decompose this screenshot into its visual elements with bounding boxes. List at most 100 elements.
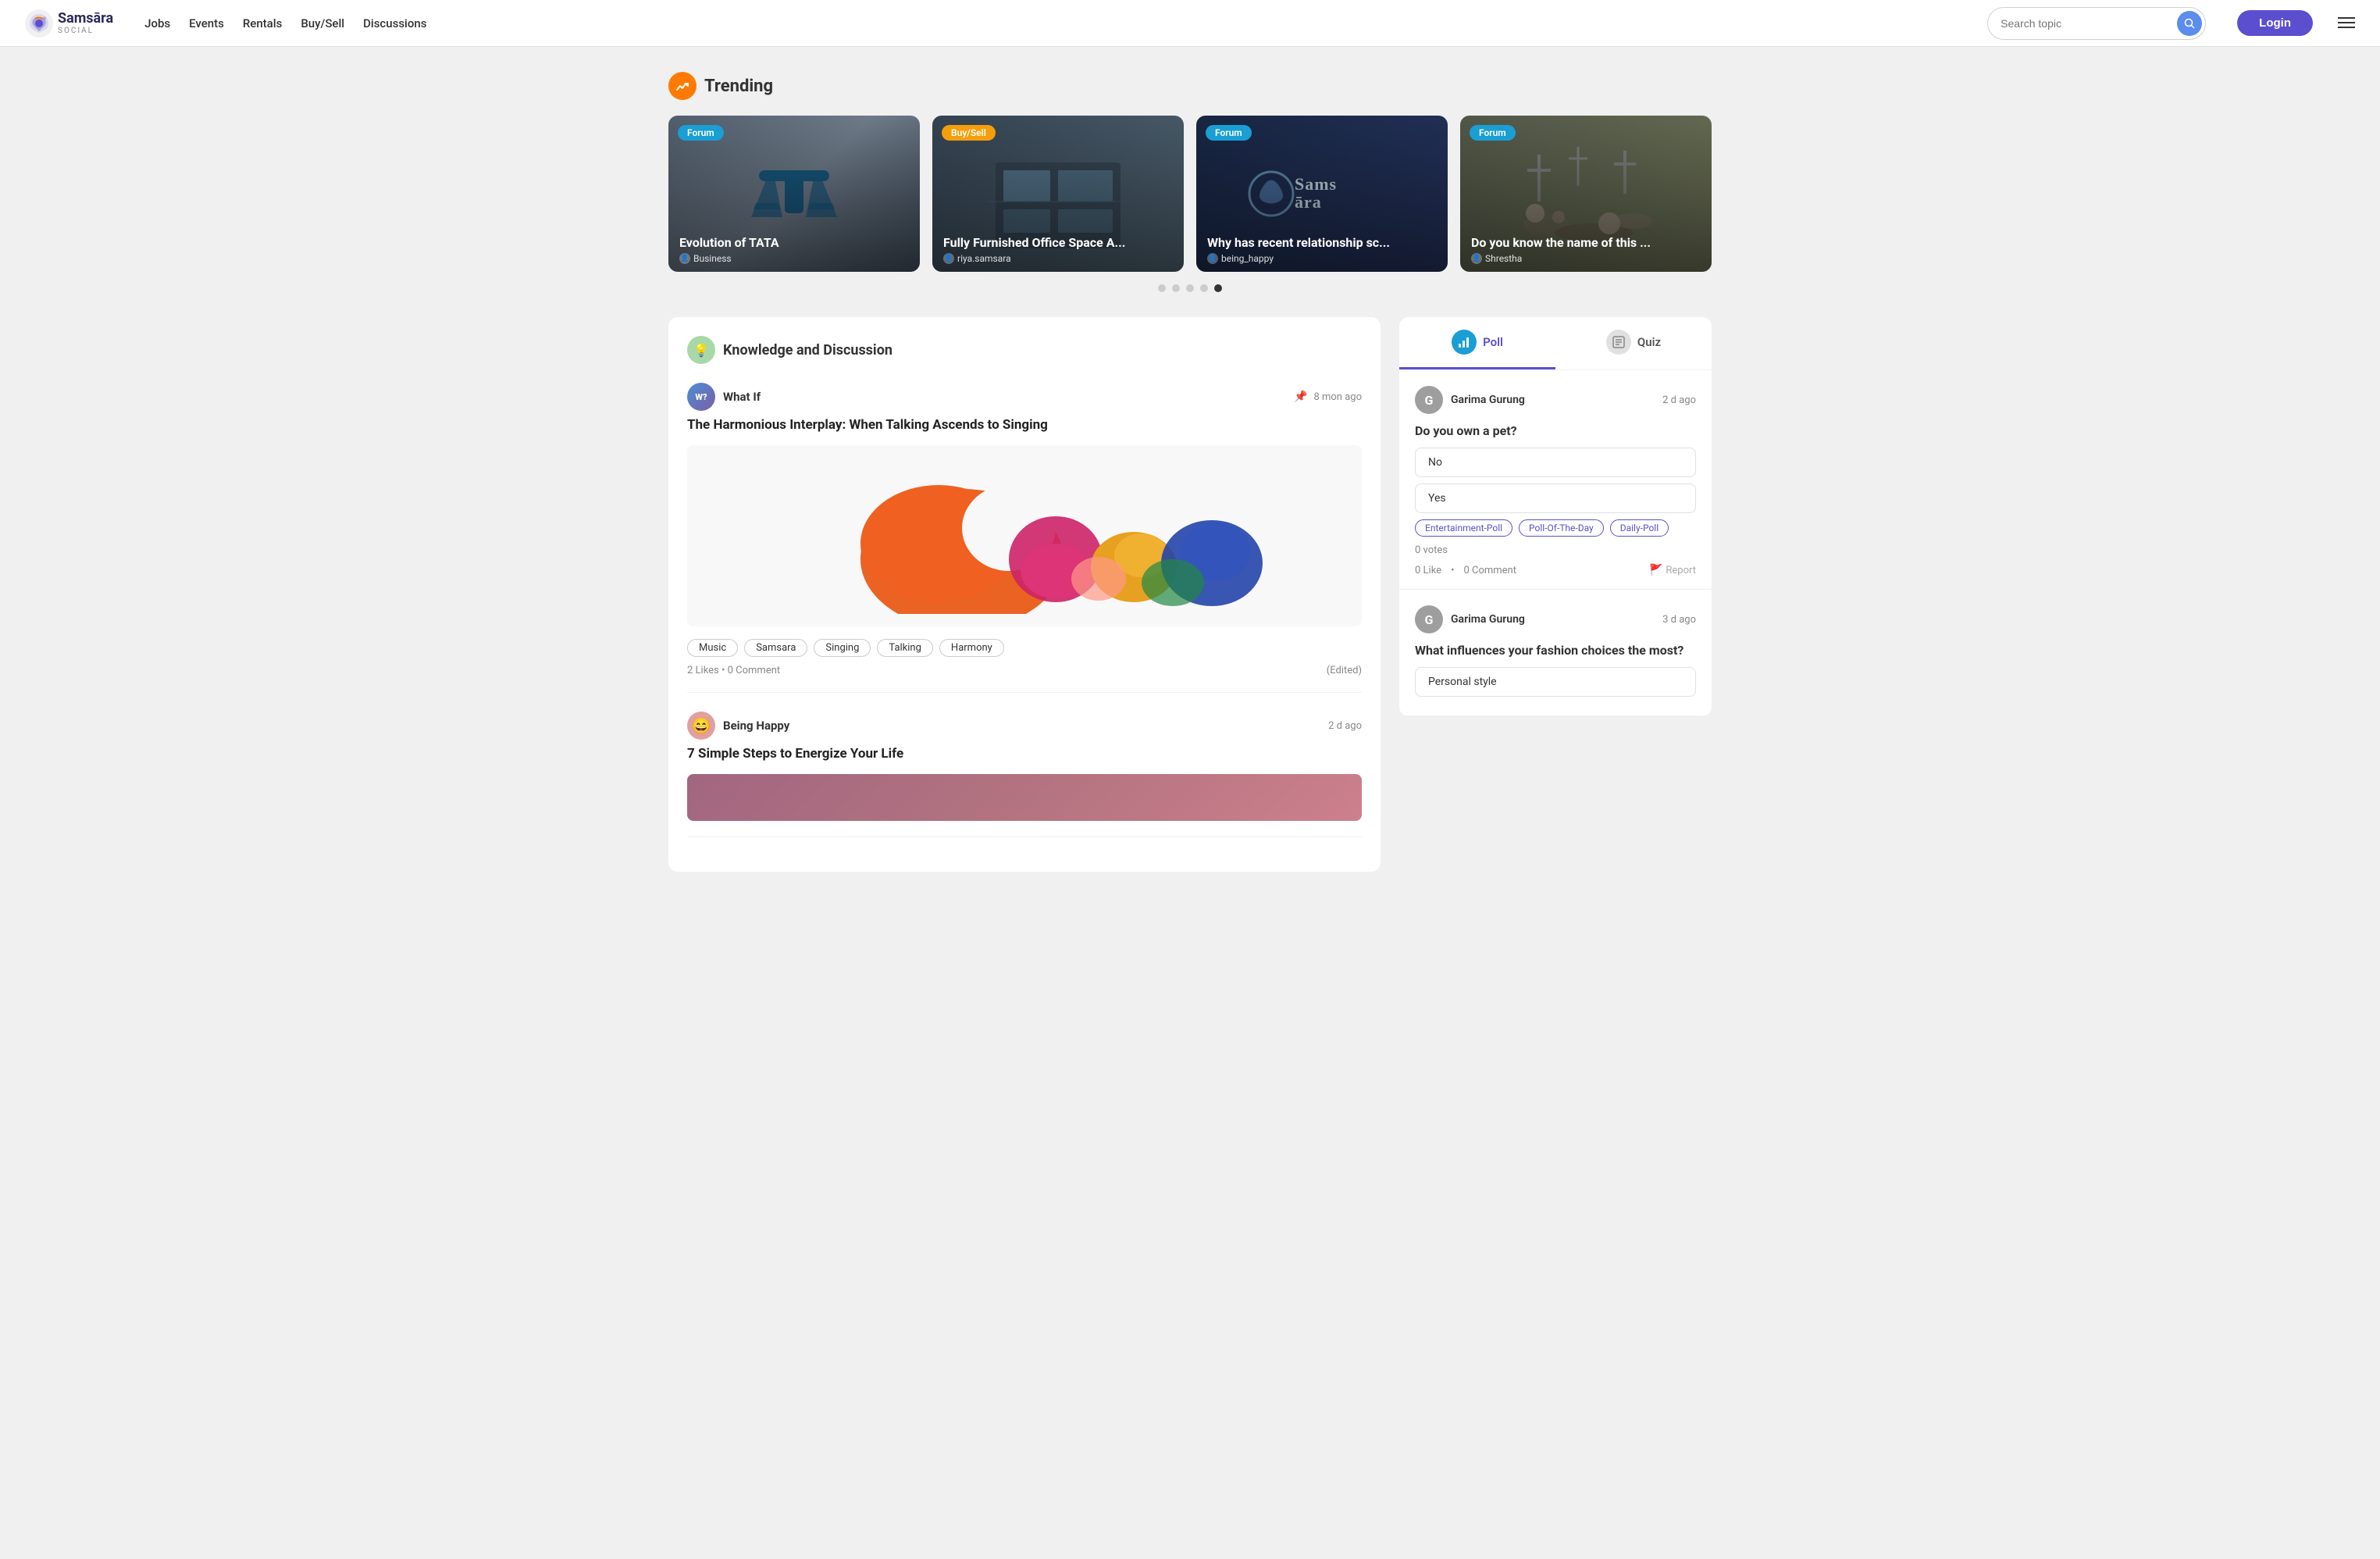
poll-tag-poll-of-the-day[interactable]: Poll-Of-The-Day bbox=[1519, 519, 1604, 537]
tab-poll[interactable]: Poll bbox=[1399, 317, 1555, 369]
tab-poll-label: Poll bbox=[1483, 335, 1503, 349]
poll-item-1: G Garima Gurung 2 d ago Do you own a pet… bbox=[1399, 370, 1712, 590]
section-title: Knowledge and Discussion bbox=[723, 342, 892, 359]
pin-icon: 📌 bbox=[1294, 391, 1307, 403]
nav-buysell[interactable]: Buy/Sell bbox=[301, 16, 344, 30]
nav-rentals[interactable]: Rentals bbox=[243, 16, 282, 30]
card-badge-3: Forum bbox=[1206, 125, 1252, 141]
tag-samsara[interactable]: Samsara bbox=[744, 639, 807, 657]
post-header-2: 😄 Being Happy 2 d ago bbox=[687, 712, 1362, 740]
post-avatar-2: 😄 bbox=[687, 712, 715, 740]
card-badge-1: Forum bbox=[678, 125, 724, 141]
login-button[interactable]: Login bbox=[2237, 10, 2313, 36]
trending-title: Trending bbox=[704, 77, 773, 96]
post-image-2 bbox=[687, 774, 1362, 821]
trending-card-4[interactable]: Forum Do you know the name of this ... 👤… bbox=[1460, 116, 1712, 272]
poll-separator-1: • bbox=[1451, 565, 1454, 576]
poll-author-row-1: G Garima Gurung 2 d ago bbox=[1415, 386, 1696, 414]
right-panel: Poll Quiz bbox=[1399, 317, 1712, 872]
report-label-1: Report bbox=[1666, 565, 1696, 576]
poll-avatar-1: G bbox=[1415, 386, 1443, 414]
tag-talking[interactable]: Talking bbox=[877, 639, 933, 657]
poll-option-no[interactable]: No bbox=[1415, 448, 1696, 477]
poll-option-yes[interactable]: Yes bbox=[1415, 483, 1696, 513]
poll-option-personal-style[interactable]: Personal style bbox=[1415, 667, 1696, 697]
tag-singing[interactable]: Singing bbox=[814, 639, 871, 657]
poll-tag-daily-poll[interactable]: Daily-Poll bbox=[1610, 519, 1669, 537]
logo-sub: SOCIAL bbox=[58, 27, 113, 35]
post-title-2[interactable]: 7 Simple Steps to Energize Your Life bbox=[687, 746, 1362, 762]
card-badge-4: Forum bbox=[1470, 125, 1516, 141]
card-title-3: Why has recent relationship sc... bbox=[1207, 235, 1437, 250]
trending-card-3[interactable]: Sams āra Forum Why has recent relationsh… bbox=[1196, 116, 1448, 272]
card-bottom-1: Evolution of TATA 👤 Business bbox=[668, 227, 920, 272]
nav-jobs[interactable]: Jobs bbox=[144, 16, 170, 30]
poll-tag-entertainment[interactable]: Entertainment-Poll bbox=[1415, 519, 1512, 537]
nav-discussions[interactable]: Discussions bbox=[363, 16, 426, 30]
card-bottom-3: Why has recent relationship sc... 👤 bein… bbox=[1196, 227, 1448, 272]
search-button[interactable] bbox=[2177, 11, 2202, 36]
trending-card-2[interactable]: Buy/Sell Fully Furnished Office Space A.… bbox=[932, 116, 1184, 272]
tag-music[interactable]: Music bbox=[687, 639, 738, 657]
section-header: 💡 Knowledge and Discussion bbox=[687, 336, 1362, 364]
carousel-dots bbox=[668, 284, 1712, 292]
dot-3[interactable] bbox=[1186, 284, 1194, 292]
search-input[interactable] bbox=[2001, 17, 2174, 30]
poll-avatar-2: G bbox=[1415, 605, 1443, 633]
card-bottom-2: Fully Furnished Office Space A... 👤 riya… bbox=[932, 227, 1184, 272]
post-likes-1: 2 Likes • 0 Comment bbox=[687, 665, 780, 676]
poll-author-2: G Garima Gurung bbox=[1415, 605, 1525, 633]
post-card-2: 😄 Being Happy 2 d ago 7 Simple Steps to … bbox=[687, 708, 1362, 837]
quiz-tab-icon bbox=[1606, 330, 1631, 355]
poll-like-comment-1: 0 Like • 0 Comment bbox=[1415, 565, 1516, 576]
post-card-1: W? What If 📌 8 mon ago The Harmonious In… bbox=[687, 383, 1362, 693]
poll-author-row-2: G Garima Gurung 3 d ago bbox=[1415, 605, 1696, 633]
poll-footer-1: 0 Like • 0 Comment 🚩 Report bbox=[1415, 564, 1696, 576]
logo[interactable]: Samsāra SOCIAL bbox=[25, 9, 113, 37]
post-title-1[interactable]: The Harmonious Interplay: When Talking A… bbox=[687, 417, 1362, 433]
search-bar bbox=[1987, 7, 2206, 40]
quiz-icon bbox=[1612, 336, 1625, 348]
post-time-1: 8 mon ago bbox=[1313, 391, 1362, 403]
poll-question-2: What influences your fashion choices the… bbox=[1415, 643, 1696, 658]
content-row: 💡 Knowledge and Discussion W? What If 📌 … bbox=[668, 317, 1712, 872]
harmony-image bbox=[700, 458, 1349, 614]
post-author-info-2: 😄 Being Happy bbox=[687, 712, 789, 740]
nav-events[interactable]: Events bbox=[189, 16, 224, 30]
card-author-4: 👤 Shrestha bbox=[1471, 253, 1701, 264]
dot-2[interactable] bbox=[1172, 284, 1180, 292]
poll-comments-1: 0 Comment bbox=[1463, 565, 1516, 576]
card-title-4: Do you know the name of this ... bbox=[1471, 235, 1701, 250]
post-footer-1: 2 Likes • 0 Comment (Edited) bbox=[687, 665, 1362, 676]
poll-report-1[interactable]: 🚩 Report bbox=[1649, 564, 1696, 576]
post-category-1: What If bbox=[723, 390, 761, 404]
poll-author-1: G Garima Gurung bbox=[1415, 386, 1525, 414]
dot-5[interactable] bbox=[1214, 284, 1222, 292]
dot-4[interactable] bbox=[1200, 284, 1208, 292]
post-author-info-1: W? What If bbox=[687, 383, 761, 411]
post-category-2: Being Happy bbox=[723, 719, 789, 733]
tags-row-1: Music Samsara Singing Talking Harmony bbox=[687, 639, 1362, 657]
poll-author-name-2: Garima Gurung bbox=[1451, 613, 1525, 626]
post-time-2: 2 d ago bbox=[1328, 720, 1362, 732]
poll-tab-icon bbox=[1452, 330, 1477, 355]
tag-harmony[interactable]: Harmony bbox=[939, 639, 1004, 657]
logo-text: Samsāra bbox=[58, 10, 113, 27]
poll-likes-1: 0 Like bbox=[1415, 565, 1441, 576]
main-content: Trending Forum bbox=[643, 47, 1737, 872]
trending-cards: Forum Evolution of TATA 👤 Business bbox=[668, 116, 1712, 272]
card-title-1: Evolution of TATA bbox=[679, 235, 909, 250]
post-header-1: W? What If 📌 8 mon ago bbox=[687, 383, 1362, 411]
card-author-2: 👤 riya.samsara bbox=[943, 253, 1173, 264]
flag-icon-1: 🚩 bbox=[1649, 564, 1662, 576]
card-bottom-4: Do you know the name of this ... 👤 Shres… bbox=[1460, 227, 1712, 272]
poll-votes-1: 0 votes bbox=[1415, 544, 1696, 556]
trending-icon bbox=[668, 72, 697, 100]
trending-card-1[interactable]: Forum Evolution of TATA 👤 Business bbox=[668, 116, 920, 272]
tab-quiz-label: Quiz bbox=[1637, 335, 1661, 349]
post-image-area bbox=[687, 445, 1362, 626]
dot-1[interactable] bbox=[1158, 284, 1166, 292]
hamburger-menu-icon[interactable] bbox=[2338, 14, 2355, 33]
poll-author-name-1: Garima Gurung bbox=[1451, 394, 1525, 406]
tab-quiz[interactable]: Quiz bbox=[1555, 317, 1712, 369]
